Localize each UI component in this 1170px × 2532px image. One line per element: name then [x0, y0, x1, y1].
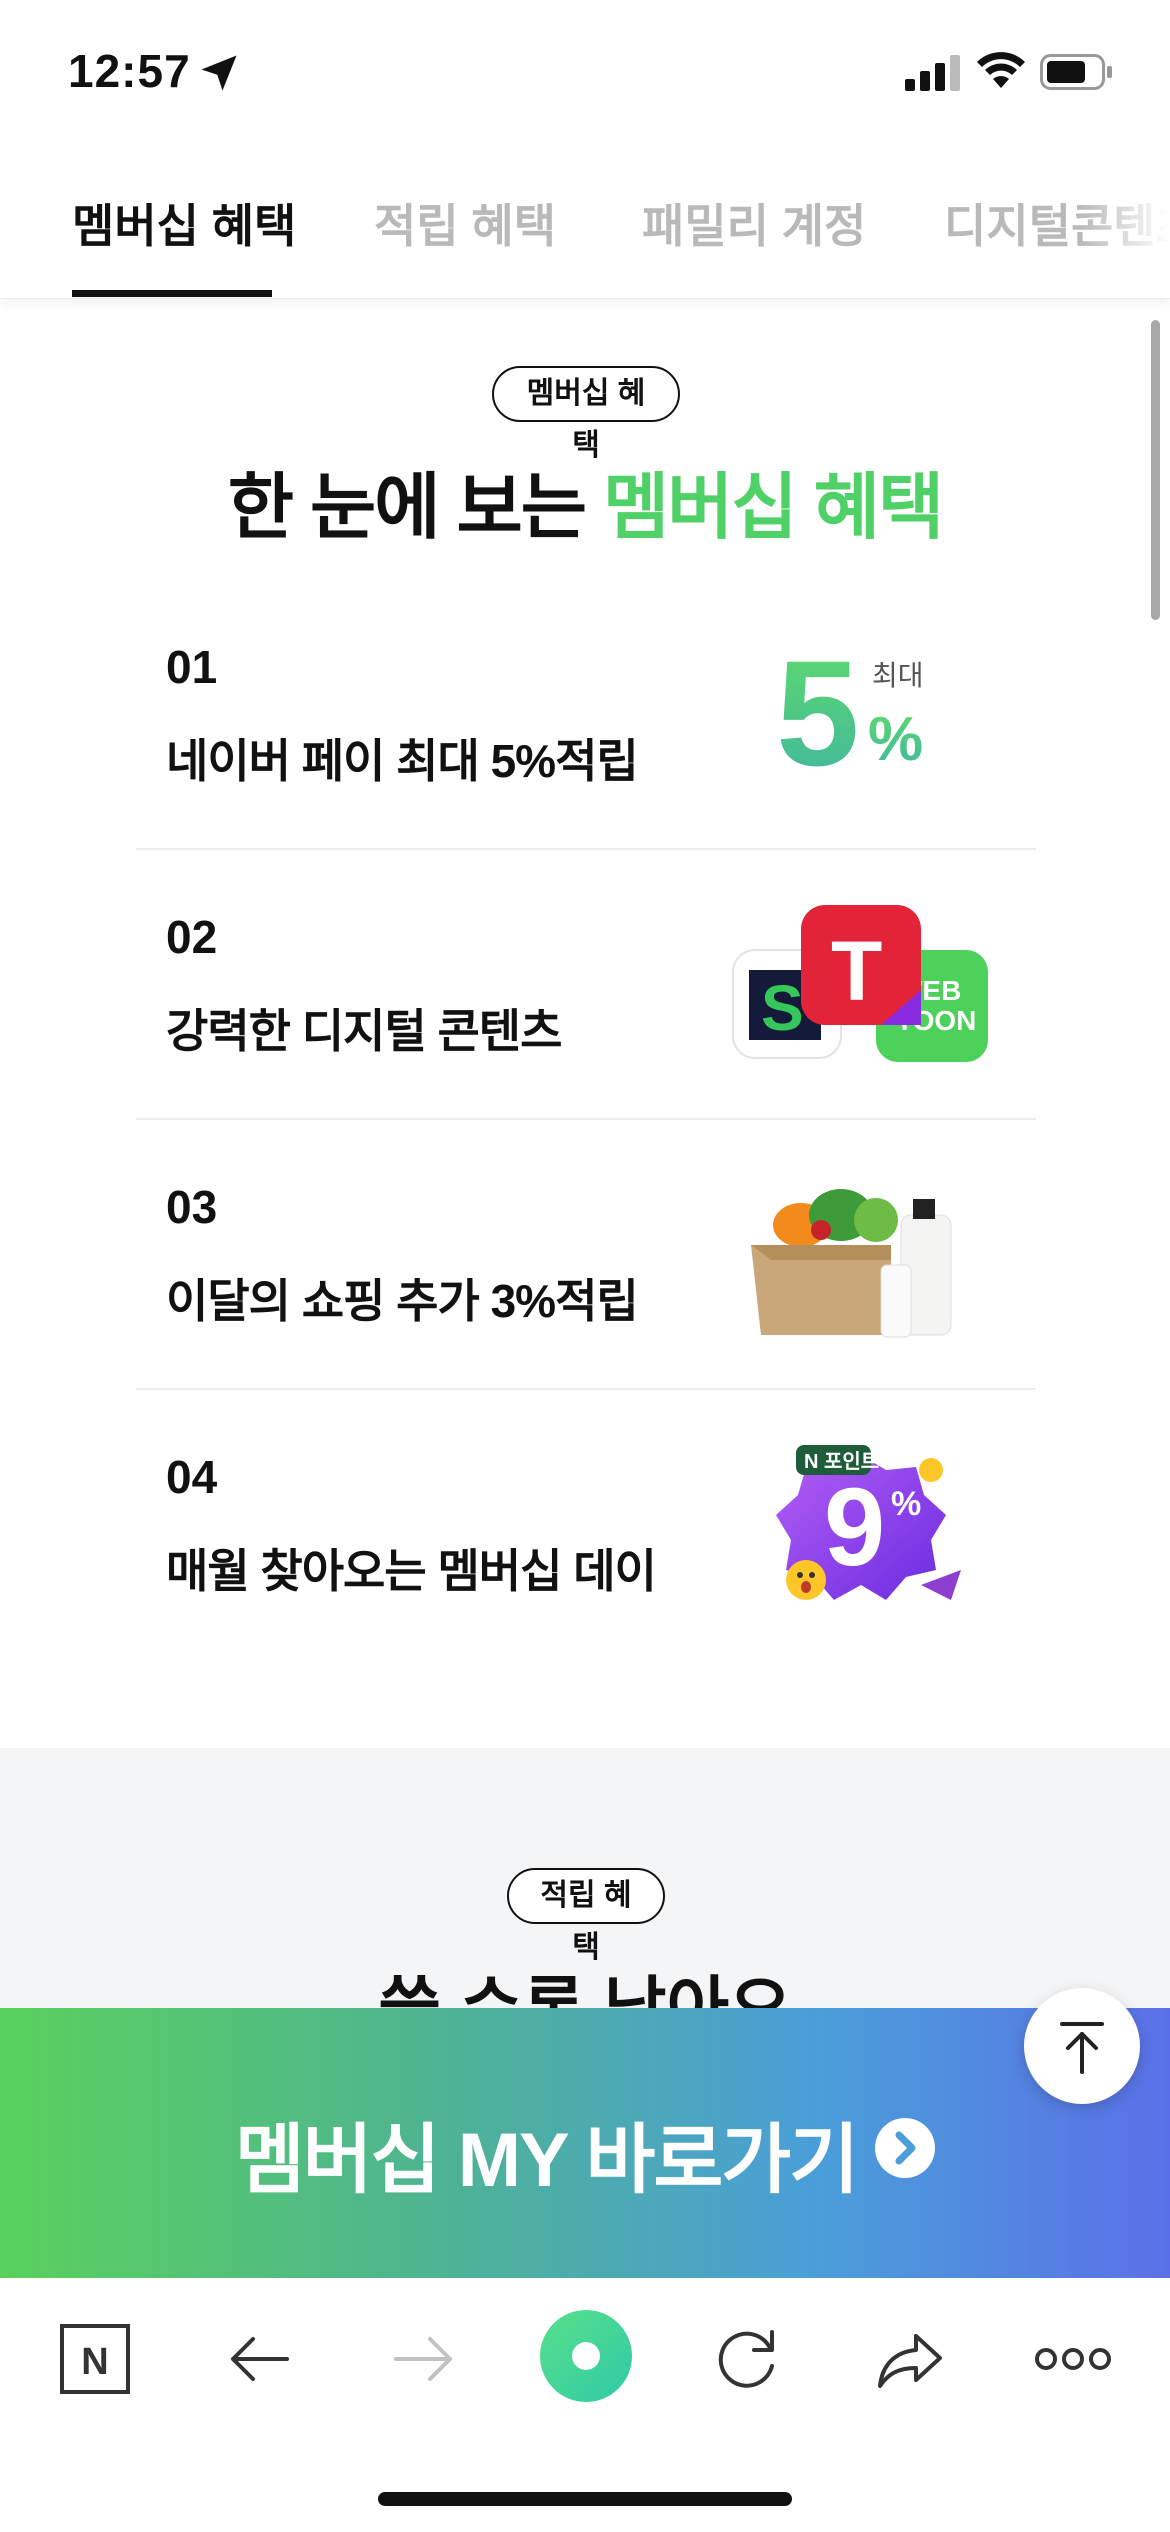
svg-text:9: 9 [824, 1466, 885, 1589]
naver-n-icon: N [60, 2324, 130, 2394]
svg-text:S: S [761, 972, 804, 1044]
five-digit: 5 [776, 645, 859, 795]
tab-fade [1080, 150, 1170, 298]
more-button[interactable] [1028, 2314, 1118, 2404]
tab-membership-benefits[interactable]: 멤버십 혜택 [72, 190, 296, 256]
refresh-button[interactable] [702, 2314, 792, 2404]
chevron-right-icon [875, 2118, 936, 2178]
naver-home-button[interactable]: N [50, 2314, 140, 2404]
more-icon [1035, 2348, 1111, 2370]
svg-text:T: T [831, 924, 882, 1018]
active-tab-indicator [72, 290, 272, 297]
page-headline: 한 눈에 보는 멤버십 혜택 [0, 448, 1170, 553]
earning-section: 적립 혜택 쓸 수록 남아요 [0, 1748, 1170, 2008]
back-arrow-icon [231, 2337, 289, 2381]
item-text: 매월 찾아오는 멤버십 데이 [166, 1545, 657, 1597]
svg-text:%: % [891, 1485, 921, 1523]
item-text: 네이버 페이 최대 5%적립 [166, 735, 639, 787]
divider [136, 1388, 1036, 1390]
cta-label: 멤버십 MY 바로가기 [234, 2118, 859, 2203]
location-arrow-icon [201, 55, 237, 91]
item-text: 이달의 쇼핑 추가 3%적립 [166, 1275, 639, 1327]
item-number: 03 [166, 1181, 218, 1233]
share-button[interactable] [866, 2314, 956, 2404]
earning-headline: 쓸 수록 남아요 [0, 1953, 1170, 2008]
forward-arrow-icon [394, 2337, 452, 2381]
membership-my-banner[interactable]: 멤버십 MY 바로가기 [0, 2008, 1170, 2278]
divider [136, 848, 1036, 850]
item-number: 04 [166, 1451, 218, 1503]
item-text: 강력한 디지털 콘텐츠 [166, 1005, 562, 1057]
max-label: 최대 [872, 660, 924, 691]
tab-family-account[interactable]: 패밀리 계정 [642, 190, 866, 256]
percent-sign: % [868, 705, 923, 774]
share-icon [878, 2334, 942, 2388]
headline-part1: 한 눈에 보는 [227, 468, 603, 548]
benefit-item-2[interactable]: 02 강력한 디지털 콘텐츠 S WEB TOON T [136, 870, 1036, 1140]
item-number: 01 [166, 641, 218, 693]
benefit-item-3[interactable]: 03 이달의 쇼핑 추가 3%적립 [136, 1140, 1036, 1410]
wifi-icon [977, 52, 1025, 88]
benefit-item-4[interactable]: 04 매월 찾아오는 멤버십 데이 N 포인트 9 % [136, 1410, 1036, 1680]
green-dot-icon [540, 2310, 632, 2402]
tab-earning-benefits[interactable]: 적립 혜택 [374, 190, 556, 256]
green-dot-button[interactable] [538, 2308, 634, 2404]
signal-icon [905, 55, 960, 91]
membership-day-badge: N 포인트 9 % [776, 1445, 961, 1600]
cta-text: 멤버십 MY 바로가기 [0, 2098, 1170, 2208]
section-pill: 멤버십 혜택 [492, 366, 680, 462]
item-number: 02 [166, 911, 218, 963]
benefit-item-1[interactable]: 01 네이버 페이 최대 5%적립 5 최대 % [136, 600, 1036, 870]
earning-pill: 적립 혜택 [507, 1868, 665, 1964]
home-indicator[interactable] [378, 2492, 792, 2506]
refresh-icon [718, 2330, 774, 2388]
tab-bar: 멤버십 혜택 적립 혜택 패밀리 계정 디지털콘텐츠 [0, 150, 1170, 299]
digital-content-icons: S WEB TOON T [732, 905, 988, 1062]
scroll-to-top-button[interactable] [1024, 1988, 1140, 2104]
svg-text:N: N [81, 2341, 108, 2383]
shopping-box-image [751, 1189, 952, 1338]
forward-button[interactable] [378, 2314, 468, 2404]
headline-part2: 멤버십 혜택 [603, 468, 944, 548]
status-bar: 12:57 [0, 0, 1170, 150]
status-time: 12:57 [68, 45, 191, 97]
divider [136, 1118, 1036, 1120]
back-button[interactable] [215, 2314, 305, 2404]
arrow-up-icon [1060, 2022, 1104, 2074]
five-percent-icon: 5 최대 % [776, 645, 924, 795]
battery-icon [1040, 54, 1112, 90]
